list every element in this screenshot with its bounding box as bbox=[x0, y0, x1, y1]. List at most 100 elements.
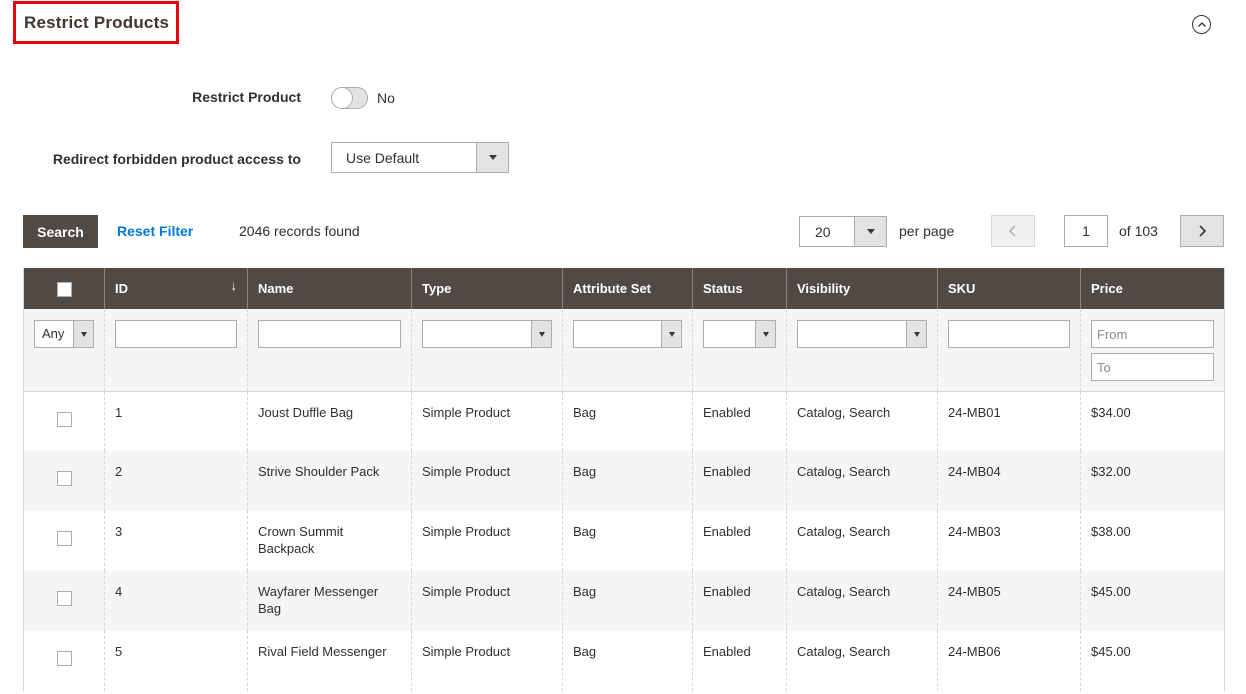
row-checkbox[interactable] bbox=[56, 591, 72, 606]
row-checkbox[interactable] bbox=[56, 651, 72, 666]
cell-type: Simple Product bbox=[411, 451, 563, 511]
row-checkbox[interactable] bbox=[56, 531, 72, 546]
row-checkbox[interactable] bbox=[56, 411, 72, 427]
redirect-select[interactable]: Use Default bbox=[331, 142, 509, 173]
cell-select bbox=[24, 511, 105, 571]
cell-status: Enabled bbox=[692, 511, 787, 571]
cell-attribute-set: Bag bbox=[562, 451, 693, 511]
column-header-label: ID bbox=[115, 281, 128, 296]
cell-price: $34.00 bbox=[1080, 391, 1225, 451]
cell-type: Simple Product bbox=[411, 511, 563, 571]
products-grid: ID ↓ Name Type Attribute Set Status Visib… bbox=[23, 268, 1225, 691]
filter-price-from-input[interactable] bbox=[1091, 320, 1214, 348]
section-title: Restrict Products bbox=[13, 1, 179, 44]
restrict-product-toggle[interactable] bbox=[331, 87, 368, 109]
filter-value bbox=[423, 321, 531, 347]
total-pages: of 103 bbox=[1119, 223, 1158, 239]
column-header-name[interactable]: Name bbox=[247, 268, 412, 309]
column-header-status[interactable]: Status bbox=[692, 268, 787, 309]
filter-value bbox=[704, 321, 755, 347]
cell-id: 3 bbox=[104, 511, 248, 571]
cell-attribute-set: Bag bbox=[562, 631, 693, 691]
chevron-left-icon bbox=[1008, 225, 1016, 237]
filter-value bbox=[798, 321, 906, 347]
dropdown-arrow-icon bbox=[661, 321, 681, 347]
filter-name-input[interactable] bbox=[258, 320, 401, 348]
dropdown-arrow-icon bbox=[73, 321, 93, 347]
table-row[interactable]: 1 Joust Duffle Bag Simple Product Bag En… bbox=[24, 391, 1225, 451]
search-button[interactable]: Search bbox=[23, 215, 98, 248]
per-page-select[interactable]: 20 bbox=[799, 216, 887, 247]
cell-price: $32.00 bbox=[1080, 451, 1225, 511]
chevron-right-icon bbox=[1199, 225, 1207, 237]
cell-sku: 24-MB03 bbox=[937, 511, 1081, 571]
filter-id-input[interactable] bbox=[115, 320, 237, 348]
table-row[interactable]: 4 Wayfarer Messenger Bag Simple Product … bbox=[23, 571, 1225, 631]
column-header-select[interactable] bbox=[23, 268, 105, 309]
cell-name: Wayfarer Messenger Bag bbox=[247, 571, 412, 631]
column-header-price[interactable]: Price bbox=[1080, 268, 1225, 309]
filter-type-select[interactable] bbox=[422, 320, 552, 348]
filter-in-products-select[interactable]: Any bbox=[34, 320, 94, 348]
cell-attribute-set: Bag bbox=[562, 391, 693, 451]
table-row[interactable]: 3 Crown Summit Backpack Simple Product B… bbox=[24, 511, 1225, 571]
per-page-value: 20 bbox=[815, 223, 831, 240]
column-header-sku[interactable]: SKU bbox=[937, 268, 1081, 309]
cell-id: 5 bbox=[104, 631, 248, 691]
table-row[interactable]: 5 Rival Field Messenger Simple Product B… bbox=[24, 631, 1225, 691]
reset-filter-link[interactable]: Reset Filter bbox=[117, 223, 193, 239]
filter-value bbox=[574, 321, 661, 347]
cell-sku: 24-MB04 bbox=[937, 451, 1081, 511]
filter-sku-input[interactable] bbox=[948, 320, 1070, 348]
cell-visibility: Catalog, Search bbox=[786, 511, 938, 571]
cell-price: $45.00 bbox=[1080, 631, 1225, 691]
row-checkbox[interactable] bbox=[56, 471, 72, 486]
cell-status: Enabled bbox=[692, 391, 787, 451]
cell-sku: 24-MB05 bbox=[937, 571, 1081, 631]
cell-sku: 24-MB01 bbox=[937, 391, 1081, 451]
dropdown-arrow-icon bbox=[906, 321, 926, 347]
dropdown-arrow-icon bbox=[531, 321, 551, 347]
cell-id: 1 bbox=[104, 391, 248, 451]
cell-select bbox=[24, 631, 105, 691]
cell-name: Crown Summit Backpack bbox=[247, 511, 412, 571]
collapse-button[interactable] bbox=[1192, 15, 1211, 34]
cell-visibility: Catalog, Search bbox=[786, 571, 938, 631]
cell-type: Simple Product bbox=[411, 571, 563, 631]
cell-type: Simple Product bbox=[411, 391, 563, 451]
cell-status: Enabled bbox=[692, 451, 787, 511]
previous-page-button[interactable] bbox=[991, 215, 1035, 247]
dropdown-arrow-icon bbox=[476, 143, 508, 172]
toggle-knob bbox=[331, 87, 353, 109]
cell-name: Joust Duffle Bag bbox=[247, 391, 412, 451]
redirect-label: Redirect forbidden product access to bbox=[52, 151, 301, 167]
grid-header-row: ID ↓ Name Type Attribute Set Status Visib… bbox=[23, 268, 1225, 309]
cell-visibility: Catalog, Search bbox=[786, 631, 938, 691]
filter-visibility-select[interactable] bbox=[797, 320, 927, 348]
cell-status: Enabled bbox=[692, 571, 787, 631]
column-header-type[interactable]: Type bbox=[411, 268, 563, 309]
column-header-id[interactable]: ID ↓ bbox=[104, 268, 248, 309]
filter-attribute-set-select[interactable] bbox=[573, 320, 682, 348]
filter-status-select[interactable] bbox=[703, 320, 776, 348]
page-number-input[interactable] bbox=[1064, 215, 1108, 247]
cell-id: 2 bbox=[104, 451, 248, 511]
cell-price: $45.00 bbox=[1080, 571, 1225, 631]
cell-visibility: Catalog, Search bbox=[786, 451, 938, 511]
cell-name: Rival Field Messenger bbox=[247, 631, 412, 691]
cell-select bbox=[23, 571, 105, 631]
chevron-up-icon bbox=[1197, 21, 1206, 27]
cell-id: 4 bbox=[104, 571, 248, 631]
restrict-product-label: Restrict Product bbox=[192, 89, 301, 105]
cell-select bbox=[23, 451, 105, 511]
next-page-button[interactable] bbox=[1180, 215, 1224, 247]
table-row[interactable]: 2 Strive Shoulder Pack Simple Product Ba… bbox=[23, 451, 1225, 511]
cell-select bbox=[24, 391, 105, 451]
column-header-attribute-set[interactable]: Attribute Set bbox=[562, 268, 693, 309]
select-all-checkbox[interactable] bbox=[56, 281, 72, 297]
sort-arrow-down-icon: ↓ bbox=[230, 278, 238, 293]
column-header-visibility[interactable]: Visibility bbox=[786, 268, 938, 309]
cell-price: $38.00 bbox=[1080, 511, 1225, 571]
filter-price-to-input[interactable] bbox=[1091, 353, 1214, 381]
dropdown-arrow-icon bbox=[854, 217, 886, 246]
